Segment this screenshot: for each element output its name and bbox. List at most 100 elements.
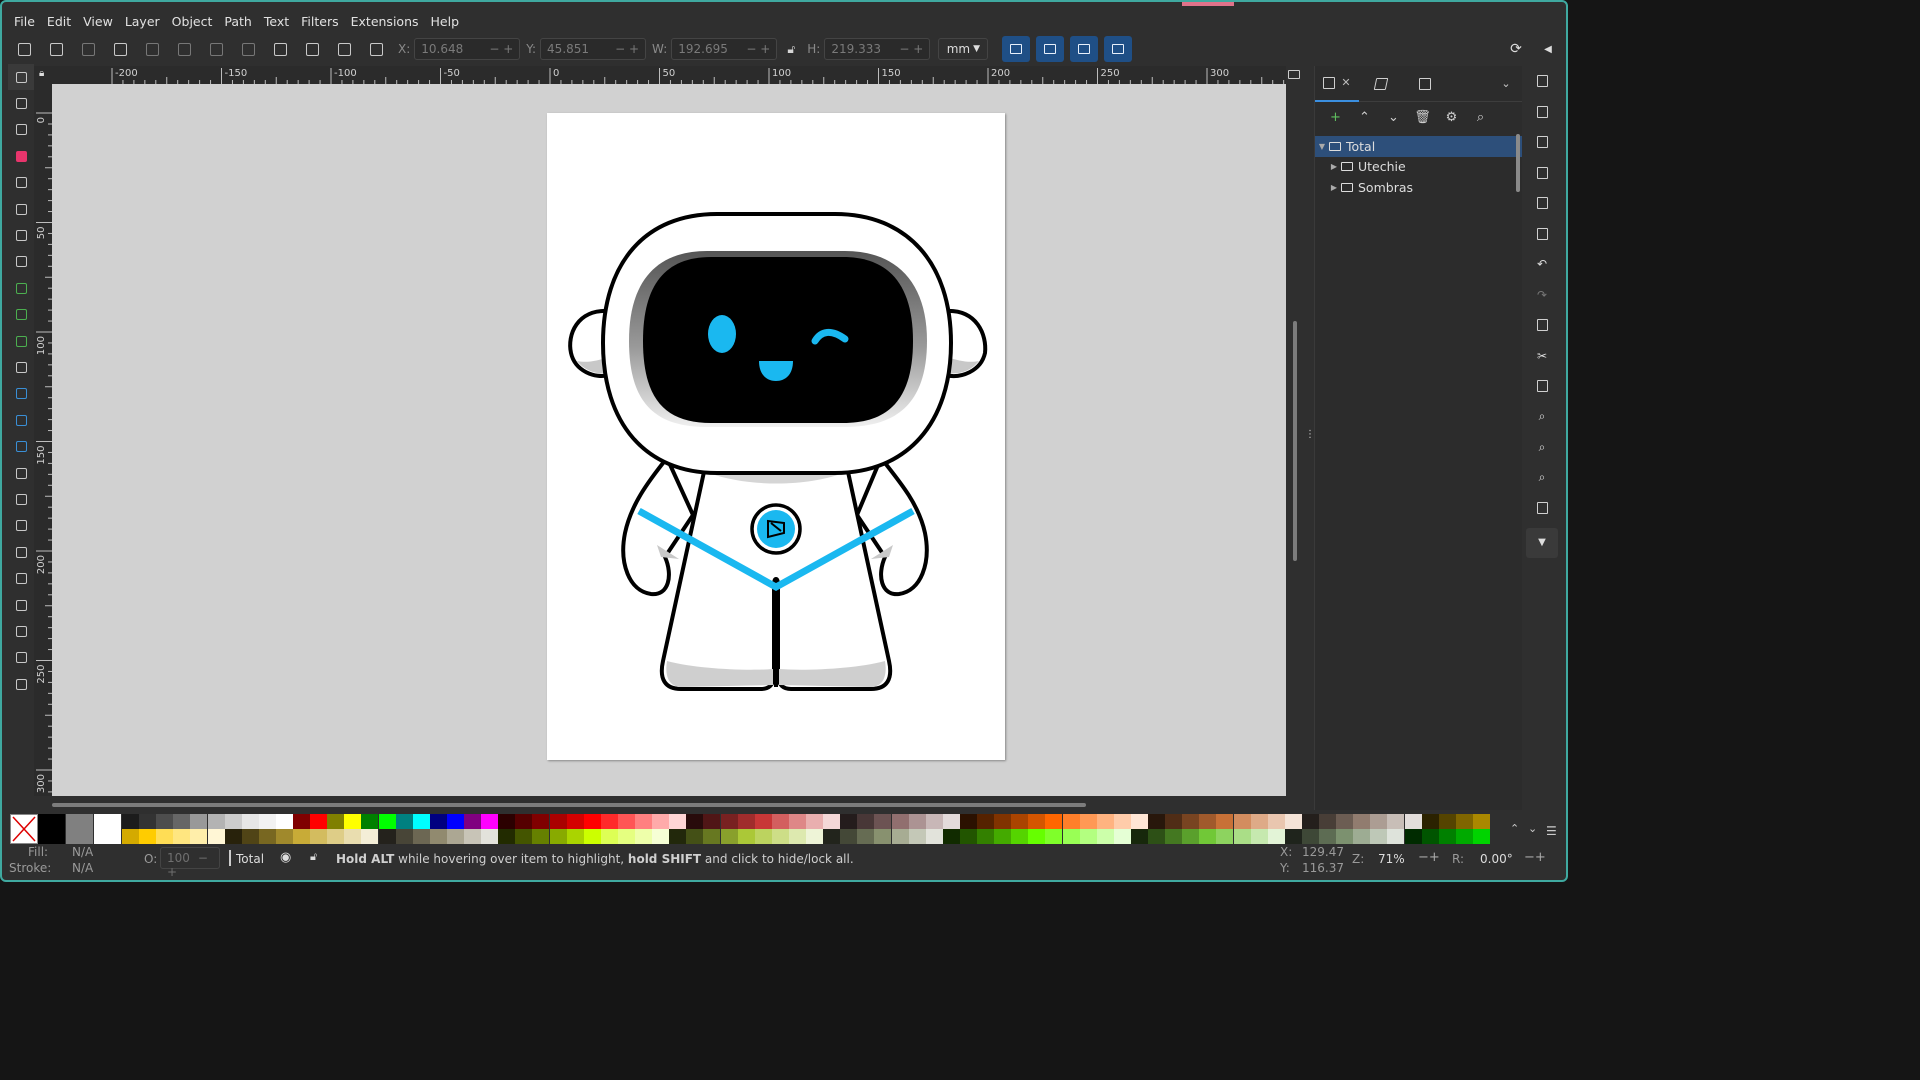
- color-swatch[interactable]: [703, 814, 721, 829]
- rotate-ccw-button[interactable]: [136, 36, 168, 62]
- color-swatch[interactable]: [754, 829, 772, 844]
- color-swatch[interactable]: [549, 829, 567, 844]
- color-swatch[interactable]: [1301, 829, 1319, 844]
- color-swatch[interactable]: [977, 814, 994, 829]
- color-swatch[interactable]: [942, 814, 960, 829]
- flip-horizontal-button[interactable]: [200, 36, 232, 62]
- color-swatch[interactable]: [122, 829, 139, 844]
- color-swatch[interactable]: [806, 814, 823, 829]
- color-swatch[interactable]: [344, 829, 362, 844]
- color-swatch[interactable]: [549, 814, 567, 829]
- color-swatch[interactable]: [1387, 829, 1405, 844]
- color-swatch[interactable]: [737, 814, 755, 829]
- y-field[interactable]: 45.851 − +: [540, 38, 647, 60]
- color-swatch[interactable]: [344, 814, 362, 829]
- paint-bucket-tool[interactable]: [8, 460, 34, 486]
- color-swatch[interactable]: [1096, 829, 1114, 844]
- color-swatch[interactable]: [1421, 814, 1439, 829]
- color-swatch[interactable]: [1472, 814, 1490, 829]
- color-swatch[interactable]: [1455, 829, 1473, 844]
- close-icon[interactable]: ✕: [1341, 76, 1350, 89]
- cut-button[interactable]: ✂: [1526, 341, 1558, 372]
- zoom-center-button[interactable]: [1526, 493, 1558, 524]
- color-swatch[interactable]: [241, 814, 259, 829]
- color-swatch[interactable]: [1267, 814, 1285, 829]
- tab-fill-stroke[interactable]: [1359, 66, 1403, 102]
- menu-file[interactable]: File: [8, 14, 41, 29]
- color-swatch[interactable]: [1455, 814, 1473, 829]
- color-swatch[interactable]: [446, 829, 464, 844]
- expander-closed-icon[interactable]: ▶: [1327, 183, 1341, 192]
- color-swatch[interactable]: [1130, 814, 1148, 829]
- color-swatch[interactable]: [754, 814, 772, 829]
- display-mode-icon[interactable]: [1288, 70, 1300, 79]
- tab-layers-objects[interactable]: ✕: [1315, 66, 1359, 102]
- scale-corners-button[interactable]: [1036, 36, 1065, 62]
- horizontal-ruler[interactable]: -200 -150 -100 -50 0 50 100 150 200 250 300: [54, 66, 1307, 84]
- color-swatch[interactable]: [617, 814, 635, 829]
- vertical-scrollbar-thumb[interactable]: [1293, 321, 1297, 561]
- color-swatch[interactable]: [1062, 829, 1080, 844]
- color-swatch[interactable]: [686, 829, 704, 844]
- lower-to-bottom-button[interactable]: [360, 36, 392, 62]
- more-commands-button[interactable]: ▼: [1526, 527, 1558, 558]
- h-stepper[interactable]: − +: [899, 42, 923, 56]
- color-swatch[interactable]: [464, 814, 481, 829]
- color-swatch[interactable]: [327, 814, 345, 829]
- snap-popover-button[interactable]: ◀: [1532, 36, 1564, 62]
- color-swatch[interactable]: [720, 814, 738, 829]
- color-swatch[interactable]: [532, 829, 550, 844]
- color-swatch[interactable]: [720, 829, 738, 844]
- color-swatch[interactable]: [600, 814, 618, 829]
- color-swatch[interactable]: [1062, 814, 1080, 829]
- color-swatch[interactable]: [1028, 829, 1046, 844]
- color-swatch[interactable]: [66, 814, 93, 844]
- color-swatch[interactable]: [617, 829, 635, 844]
- color-swatch[interactable]: [1165, 829, 1183, 844]
- menu-edit[interactable]: Edit: [41, 14, 77, 29]
- drawing-canvas[interactable]: [52, 84, 1286, 796]
- stroke-value[interactable]: N/A: [72, 861, 93, 875]
- color-swatch[interactable]: [241, 829, 259, 844]
- deselect-button[interactable]: [72, 36, 104, 62]
- menu-layer[interactable]: Layer: [119, 14, 166, 29]
- color-swatch[interactable]: [412, 829, 430, 844]
- palette-scroll-down[interactable]: ⌄: [1528, 822, 1537, 835]
- color-swatch[interactable]: [635, 829, 652, 844]
- search-layers-button[interactable]: ⌕: [1466, 104, 1495, 130]
- color-swatch[interactable]: [429, 814, 447, 829]
- color-swatch[interactable]: [1404, 829, 1422, 844]
- color-swatch[interactable]: [1182, 814, 1200, 829]
- color-swatch[interactable]: [139, 814, 157, 829]
- document-page[interactable]: [547, 113, 1005, 760]
- color-swatch[interactable]: [224, 829, 242, 844]
- color-swatch[interactable]: [1336, 814, 1354, 829]
- scale-stroke-button[interactable]: [1002, 36, 1031, 62]
- text-tool[interactable]: [8, 354, 34, 380]
- color-swatch[interactable]: [207, 814, 225, 829]
- color-swatch[interactable]: [258, 814, 276, 829]
- 3d-box-tool[interactable]: [8, 222, 34, 248]
- color-swatch[interactable]: [1216, 814, 1234, 829]
- color-swatch[interactable]: [258, 829, 276, 844]
- dock-menu-button[interactable]: ⌄: [1490, 66, 1522, 102]
- flip-vertical-button[interactable]: [232, 36, 264, 62]
- color-swatch[interactable]: [156, 814, 174, 829]
- color-swatch[interactable]: [429, 829, 447, 844]
- color-swatch[interactable]: [1250, 814, 1268, 829]
- color-swatch[interactable]: [378, 829, 396, 844]
- eraser-tool[interactable]: [8, 539, 34, 565]
- redo-button[interactable]: ↷: [1526, 280, 1558, 311]
- pencil-tool[interactable]: [8, 302, 34, 328]
- snap-toggle-button[interactable]: ⟳: [1500, 36, 1532, 62]
- opacity-field[interactable]: 100 −+: [160, 847, 220, 879]
- color-swatch[interactable]: [1165, 814, 1183, 829]
- lower-layer-button[interactable]: ⌄: [1379, 104, 1408, 130]
- rotation-value[interactable]: 0.00°: [1480, 852, 1513, 866]
- color-swatch[interactable]: [1472, 829, 1490, 844]
- color-swatch[interactable]: [788, 829, 806, 844]
- color-swatch[interactable]: [908, 829, 926, 844]
- horizontal-scrollbar-thumb[interactable]: [52, 803, 1086, 807]
- menu-object[interactable]: Object: [166, 14, 219, 29]
- tweak-brush-tool[interactable]: [8, 486, 34, 512]
